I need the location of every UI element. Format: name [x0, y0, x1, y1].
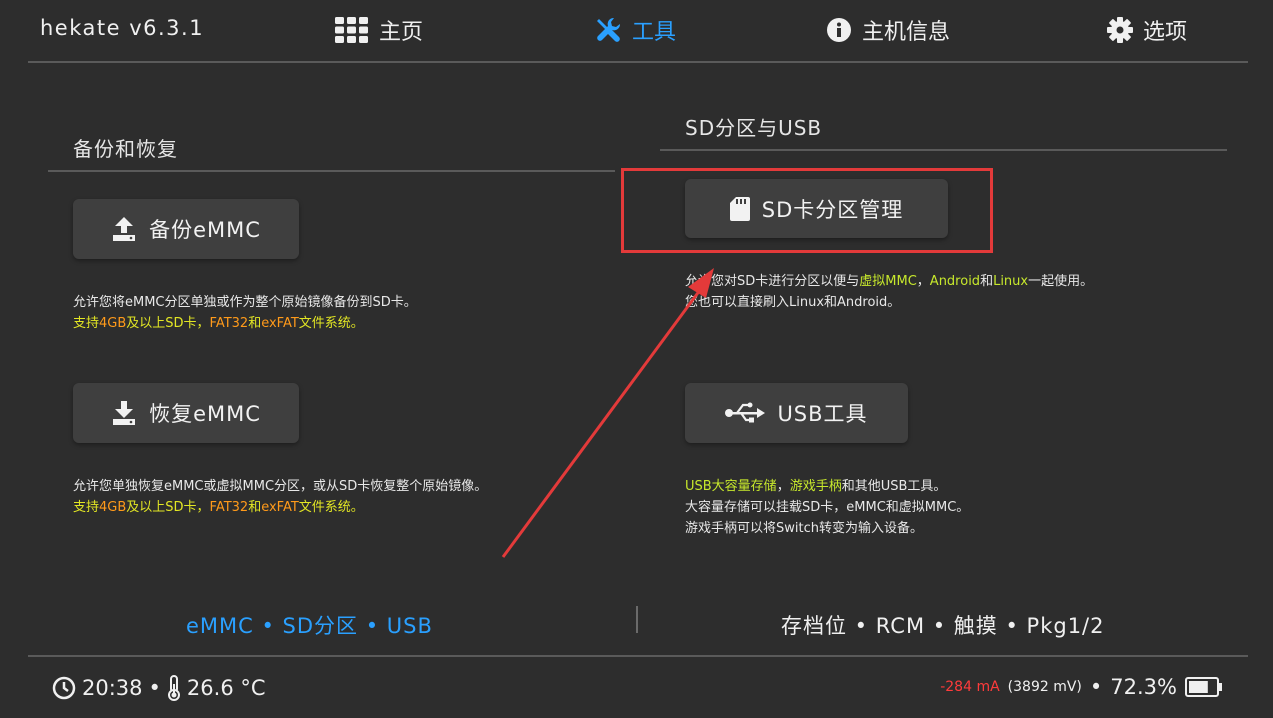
thermometer-icon	[167, 675, 180, 701]
battery-percentage: 72.3%	[1110, 675, 1177, 699]
footer-other-tools: 存档位 • RCM • 触摸 • Pkg1/2	[781, 614, 1105, 638]
footer-tools-summary: eMMC • SD分区 • USB	[186, 614, 433, 638]
battery-icon	[1185, 677, 1222, 697]
temperature-value: 26.6 °C	[186, 676, 266, 700]
battery-voltage: (3892 mV)	[1007, 679, 1082, 695]
status-right: -284 mA (3892 mV) • 72.3%	[940, 675, 1223, 699]
status-divider	[28, 655, 1248, 657]
status-left: 20:38 • 26.6 °C	[52, 675, 266, 701]
status-separator-right: •	[1089, 675, 1103, 699]
clock-time: 20:38	[82, 676, 143, 700]
footer-divider	[636, 606, 638, 633]
status-separator: •	[148, 676, 161, 700]
battery-current: -284 mA	[940, 679, 1000, 695]
clock-icon	[52, 676, 76, 700]
